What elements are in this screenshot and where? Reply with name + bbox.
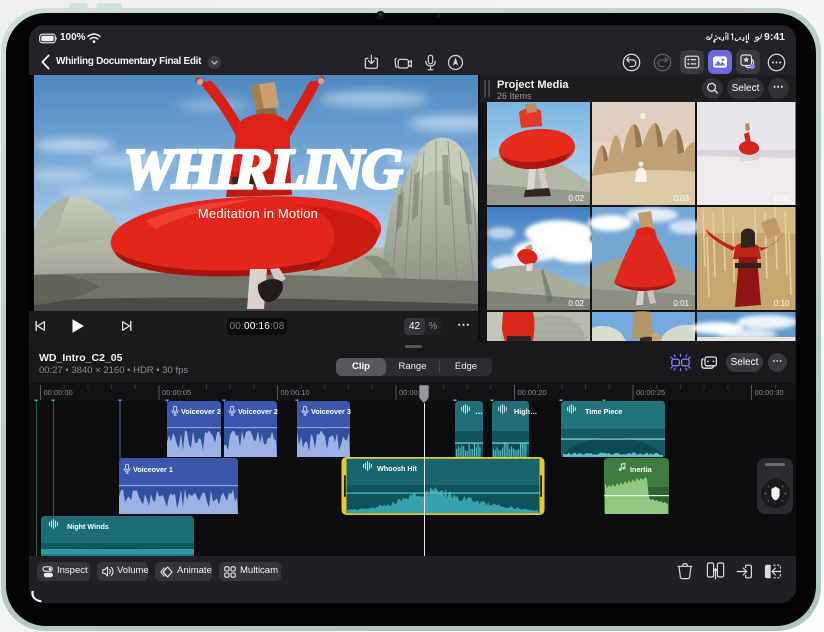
svg-text:Voiceover 2: Voiceover 2: [238, 407, 278, 416]
svg-text:Inertia: Inertia: [630, 465, 653, 474]
svg-text:High…: High…: [514, 407, 537, 416]
svg-text:WHIRLING: WHIRLING: [123, 138, 402, 201]
svg-text:0:02: 0:02: [774, 194, 790, 203]
svg-text:…: …: [475, 407, 483, 416]
svg-text:00:00:25: 00:00:25: [636, 388, 665, 397]
svg-text:Voiceover 1: Voiceover 1: [133, 465, 173, 474]
svg-text:00:00:30: 00:00:30: [755, 388, 784, 397]
svg-text:00:00:05: 00:00:05: [162, 388, 191, 397]
svg-text:Whoosh Hit: Whoosh Hit: [377, 464, 418, 473]
svg-text:Voiceover 3: Voiceover 3: [311, 407, 351, 416]
svg-text:0:03: 0:03: [673, 194, 689, 203]
svg-text:0:10: 0:10: [774, 299, 790, 308]
svg-text:Night Winds: Night Winds: [67, 522, 109, 531]
svg-text:0:01: 0:01: [673, 299, 689, 308]
svg-text:Voiceover 2: Voiceover 2: [181, 407, 221, 416]
svg-text:0:02: 0:02: [568, 194, 584, 203]
svg-text:Meditation in Motion: Meditation in Motion: [198, 206, 318, 221]
svg-text:0:02: 0:02: [568, 299, 584, 308]
svg-text:00:00:10: 00:00:10: [281, 388, 310, 397]
svg-text:Time Piece: Time Piece: [585, 407, 622, 416]
svg-text:00:00:00: 00:00:00: [44, 388, 73, 397]
svg-text:00:00:20: 00:00:20: [518, 388, 547, 397]
